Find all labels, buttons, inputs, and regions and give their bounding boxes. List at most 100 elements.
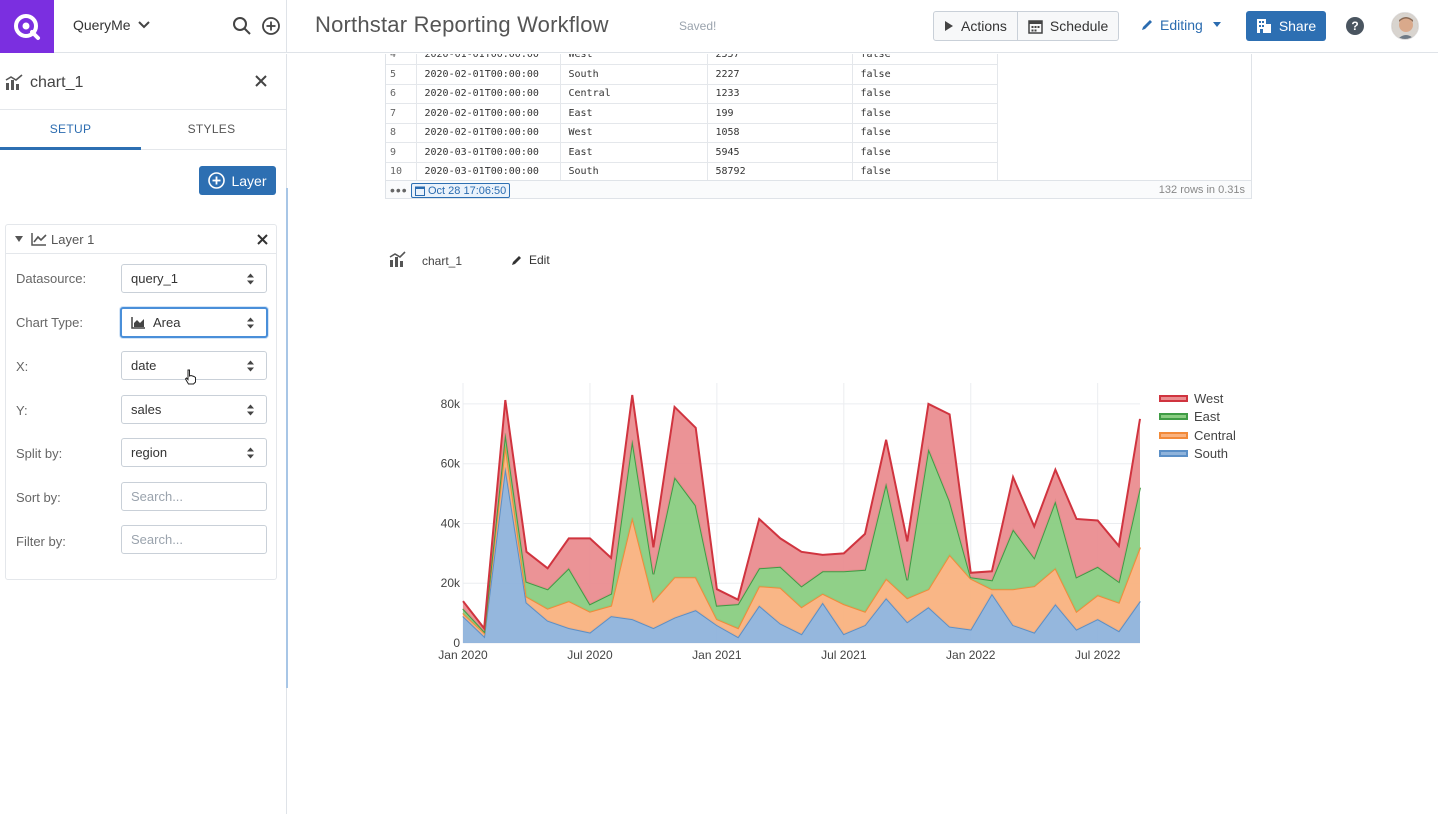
- table-row[interactable]: 6 2020-02-01T00:00:00 Central 1233 false: [386, 84, 998, 104]
- timestamp-badge[interactable]: Oct 28 17:06:50: [411, 183, 511, 198]
- legend-label: East: [1194, 409, 1221, 425]
- pencil-icon: [1142, 20, 1152, 30]
- more-options-icon[interactable]: •••: [390, 182, 408, 198]
- logo-icon: [14, 13, 40, 40]
- page-title[interactable]: Northstar Reporting Workflow: [315, 12, 609, 38]
- tab-styles[interactable]: STYLES: [141, 111, 282, 150]
- calendar-icon: [415, 186, 425, 196]
- split-by-select[interactable]: region: [121, 438, 267, 467]
- workspace-switcher[interactable]: QueryMe: [54, 0, 287, 53]
- cell-region: South: [560, 64, 708, 85]
- chart-type-select[interactable]: Area: [120, 307, 268, 338]
- cell-flag: false: [852, 64, 998, 85]
- legend-item-east[interactable]: East: [1159, 408, 1236, 427]
- legend-label: Central: [1194, 427, 1236, 443]
- datasource-select[interactable]: query_1: [121, 264, 267, 293]
- x-tick-label: Jul 2021: [821, 648, 867, 662]
- tab-setup[interactable]: SETUP: [0, 111, 141, 150]
- actions-button[interactable]: Actions: [934, 12, 1017, 40]
- chart-legend: West East Central South: [1159, 389, 1236, 463]
- y-axis-value: sales: [131, 402, 162, 417]
- table-row[interactable]: 5 2020-02-01T00:00:00 South 2227 false: [386, 64, 998, 85]
- table-row[interactable]: 7 2020-02-01T00:00:00 East 199 false: [386, 103, 998, 124]
- split-by-label: Split by:: [16, 446, 63, 461]
- search-icon[interactable]: [232, 16, 252, 36]
- table-row[interactable]: 8 2020-02-01T00:00:00 West 1058 false: [386, 123, 998, 143]
- cell-flag: false: [852, 123, 998, 143]
- share-label: Share: [1278, 18, 1317, 34]
- stacked-area-chart[interactable]: 020k40k60k80kJan 2020 Jul 2020 Jan 2021 Jul…: [385, 375, 1265, 675]
- chart-type-label: Chart Type:: [16, 315, 83, 330]
- area-chart-icon: [131, 317, 145, 329]
- chart-type-value: Area: [153, 315, 181, 330]
- add-circle-icon[interactable]: [261, 16, 281, 36]
- caret-down-icon[interactable]: [14, 235, 24, 243]
- cell-flag: false: [852, 142, 998, 163]
- share-button[interactable]: Share: [1246, 11, 1326, 41]
- cell-date: 2020-03-01T00:00:00: [416, 162, 561, 182]
- cell-region: West: [560, 54, 708, 65]
- legend-item-central[interactable]: Central: [1159, 426, 1236, 445]
- schedule-label: Schedule: [1049, 18, 1109, 34]
- cell-region: East: [560, 142, 708, 163]
- calendar-icon: [1028, 19, 1043, 34]
- toolbar-button-group: Actions Schedule: [933, 11, 1120, 41]
- panel-tabs: SETUP STYLES: [0, 111, 286, 150]
- cell-flag: false: [852, 54, 998, 65]
- layer-title: Layer 1: [51, 232, 95, 247]
- table-row[interactable]: 10 2020-03-01T00:00:00 South 58792 false: [386, 162, 998, 182]
- rows-info: 132 rows in 0.31s: [1158, 184, 1245, 196]
- y-axis-select[interactable]: sales: [121, 395, 267, 424]
- close-icon[interactable]: [257, 234, 268, 245]
- chart-name: chart_1: [422, 254, 463, 268]
- building-icon: [1256, 19, 1271, 33]
- avatar[interactable]: [1391, 12, 1419, 40]
- row-index: 9: [386, 142, 417, 163]
- help-icon[interactable]: ?: [1346, 17, 1364, 35]
- layer-header[interactable]: Layer 1: [6, 225, 276, 254]
- cell-region: East: [560, 103, 708, 124]
- x-tick-label: Jan 2020: [438, 648, 488, 662]
- table-row[interactable]: 9 2020-03-01T00:00:00 East 5945 false: [386, 142, 998, 163]
- actions-label: Actions: [961, 18, 1007, 34]
- hand-cursor-icon: [184, 369, 196, 385]
- cell-region: West: [560, 123, 708, 143]
- user-photo-icon: [1392, 13, 1418, 39]
- chart-icon: [389, 251, 406, 267]
- cell-sales: 1058: [707, 123, 853, 143]
- x-tick-label: Jan 2021: [692, 648, 742, 662]
- cell-date: 2020-02-01T00:00:00: [416, 84, 561, 104]
- cell-region: Central: [560, 84, 708, 104]
- add-layer-button[interactable]: Layer: [199, 166, 276, 195]
- legend-label: West: [1194, 390, 1224, 406]
- results-grid: 4 2020-01-01T00:00:00 West 2557 false 5 2020-0…: [386, 54, 998, 182]
- legend-item-west[interactable]: West: [1159, 389, 1236, 408]
- y-tick-label: 60k: [441, 457, 461, 471]
- row-index: 7: [386, 103, 417, 124]
- cell-date: 2020-01-01T00:00:00: [416, 54, 561, 65]
- x-axis-value: date: [131, 358, 157, 373]
- sort-by-input[interactable]: [121, 482, 267, 511]
- table-row[interactable]: 4 2020-01-01T00:00:00 West 2557 false: [386, 54, 998, 65]
- legend-item-south[interactable]: South: [1159, 445, 1236, 464]
- datasource-value: query_1: [131, 271, 178, 286]
- y-tick-label: 40k: [441, 516, 461, 530]
- close-icon[interactable]: [255, 75, 267, 87]
- cell-date: 2020-02-01T00:00:00: [416, 103, 561, 124]
- y-tick-label: 80k: [441, 397, 461, 411]
- app-logo[interactable]: [0, 0, 54, 53]
- x-axis-select[interactable]: date: [121, 351, 267, 385]
- cell-sales: 2557: [707, 54, 853, 65]
- panel-scrollbar[interactable]: [286, 188, 288, 688]
- editing-mode-dropdown[interactable]: Editing: [1140, 17, 1225, 33]
- select-arrows-icon: [247, 447, 254, 459]
- legend-swatch: [1159, 394, 1188, 402]
- filter-by-input[interactable]: [121, 525, 267, 554]
- schedule-button[interactable]: Schedule: [1016, 12, 1118, 40]
- edit-chart-button[interactable]: Edit: [511, 253, 550, 267]
- select-arrows-icon: [247, 317, 254, 329]
- cell-sales: 199: [707, 103, 853, 124]
- x-tick-label: Jul 2022: [1075, 648, 1121, 662]
- row-index: 8: [386, 123, 417, 143]
- cell-date: 2020-02-01T00:00:00: [416, 64, 561, 85]
